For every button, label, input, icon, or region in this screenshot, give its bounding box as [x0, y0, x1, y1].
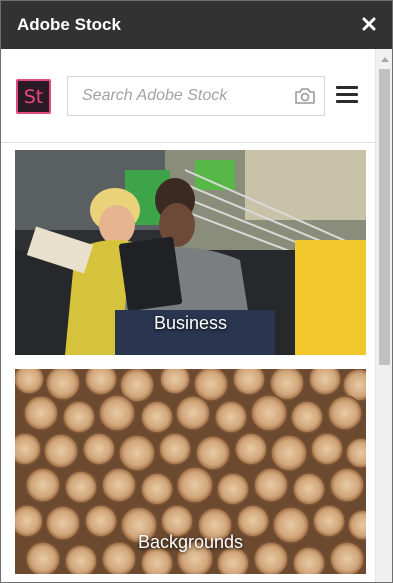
toolbar: St: [1, 49, 375, 143]
close-button[interactable]: [356, 11, 382, 37]
scroll-up-arrow-icon[interactable]: [381, 57, 389, 62]
close-icon: [362, 17, 376, 31]
adobe-stock-logo: St: [16, 79, 51, 114]
logo-text: St: [23, 86, 44, 108]
title-bar: Adobe Stock: [1, 1, 392, 49]
camera-icon: [295, 88, 315, 104]
adobe-stock-panel: Adobe Stock St Search Adobe Stock Busine…: [0, 0, 393, 583]
search-input[interactable]: [68, 77, 288, 115]
category-card-backgrounds[interactable]: Backgrounds: [15, 369, 366, 574]
panel-title: Adobe Stock: [17, 15, 121, 34]
category-card-business[interactable]: Business: [15, 150, 366, 355]
vertical-scrollbar[interactable]: [375, 49, 392, 582]
category-label: Backgrounds: [137, 532, 244, 552]
visual-search-button[interactable]: [294, 86, 316, 106]
scrollbar-thumb[interactable]: [379, 69, 390, 365]
search-box[interactable]: [67, 76, 325, 116]
category-label: Business: [153, 313, 228, 333]
hamburger-menu-button[interactable]: [335, 83, 361, 107]
